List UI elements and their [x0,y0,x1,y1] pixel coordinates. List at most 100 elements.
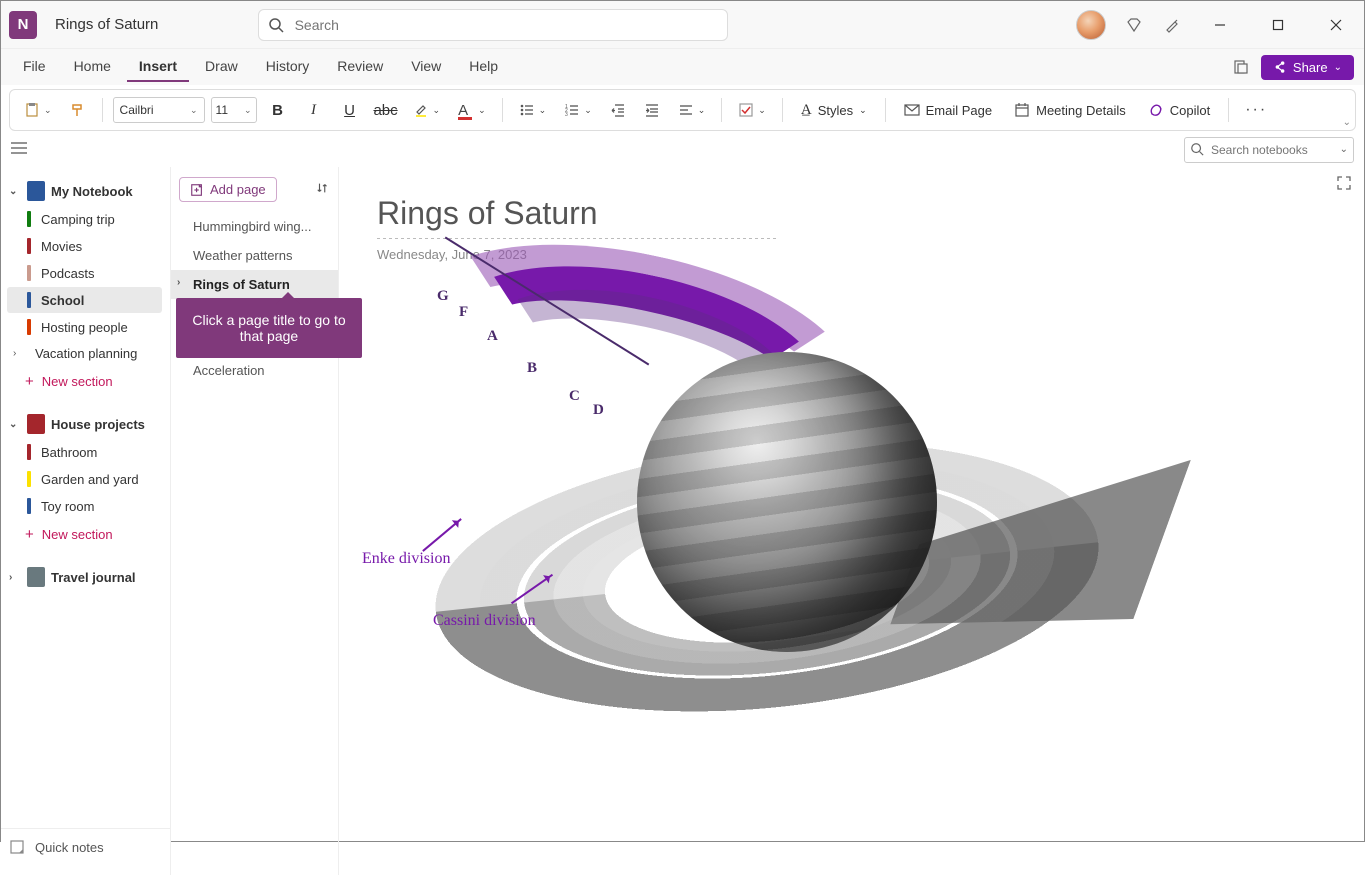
user-avatar[interactable] [1076,10,1106,40]
app-icon: N [9,11,37,39]
annotation-cassini: Cassini division [433,612,536,630]
diamond-icon[interactable] [1124,15,1144,35]
menu-file[interactable]: File [11,52,58,82]
plus-icon: + [25,526,34,543]
copilot-button[interactable]: Copilot [1140,102,1218,118]
section-item[interactable]: Hosting people [7,314,162,340]
tag-button[interactable]: ⌄ [732,95,772,125]
menu-bar: File Home Insert Draw History Review Vie… [1,49,1364,85]
annotation-enke: Enke division [362,550,450,568]
menu-history[interactable]: History [254,52,322,82]
meeting-details-button[interactable]: Meeting Details [1006,102,1134,118]
format-painter-button[interactable] [64,95,92,125]
brush-icon[interactable] [1162,15,1182,35]
quick-notes-button[interactable]: Quick notes [1,828,170,865]
menu-draw[interactable]: Draw [193,52,250,82]
menu-review[interactable]: Review [325,52,395,82]
search-input[interactable] [258,9,728,41]
ring-label-a: A [487,328,498,345]
nav-toggle-icon[interactable] [11,141,27,158]
notebook-icon [27,567,45,587]
underline-button[interactable]: U [335,95,365,125]
tutorial-tooltip: Click a page title to go to that page [176,298,362,358]
window-title: Rings of Saturn [55,16,158,33]
notebook-header[interactable]: ⌄ My Notebook [3,177,166,205]
search-notebooks-input[interactable] [1184,137,1354,163]
menu-home[interactable]: Home [62,52,123,82]
section-item[interactable]: Bathroom [7,439,162,465]
chevron-down-icon[interactable]: ⌄ [1340,144,1348,155]
ring-label-b: B [527,360,537,377]
menu-help[interactable]: Help [457,52,510,82]
menu-view[interactable]: View [399,52,453,82]
ring-label-g: G [437,288,449,305]
outdent-button[interactable] [604,95,632,125]
sort-icon[interactable] [316,181,330,198]
font-size-select[interactable]: 11⌄ [211,97,257,123]
alignment-button[interactable]: ⌄ [672,95,712,125]
ring-label-d: D [593,402,604,419]
sub-toolbar: ⌄ [1,135,1364,167]
notebook-name: My Notebook [51,184,133,199]
page-item-selected[interactable]: ›Rings of Saturn [171,270,338,299]
strikethrough-button[interactable]: abc [371,95,401,125]
section-item[interactable]: Toy room [7,493,162,519]
section-item[interactable]: Garden and yard [7,466,162,492]
ring-label-f: F [459,304,468,321]
chevron-right-icon: › [13,348,25,359]
chevron-down-icon: ⌄ [9,419,21,430]
svg-text:3: 3 [565,112,568,118]
chevron-down-icon: ⌄ [1334,62,1342,73]
search-icon [1190,142,1204,159]
notebook-header[interactable]: ⌄ House projects [3,410,166,438]
notebook-header[interactable]: › Travel journal [3,563,166,591]
notebook-name: Travel journal [51,570,136,585]
minimize-button[interactable] [1200,10,1240,40]
highlight-button[interactable]: ⌄ [407,95,447,125]
search-wrap [258,9,728,41]
ribbon-expand-icon[interactable]: ⌄ [1343,117,1351,128]
title-underline [377,238,777,239]
styles-button[interactable]: A̲Styles⌄ [793,102,875,119]
italic-button[interactable]: I [299,95,329,125]
chevron-down-icon: ⌄ [9,186,21,197]
share-label: Share [1293,60,1328,75]
fullscreen-icon[interactable] [1336,175,1352,194]
bold-button[interactable]: B [263,95,293,125]
new-section-button[interactable]: +New section [3,367,166,396]
open-in-app-icon[interactable] [1231,57,1251,77]
pages-panel: Add page Hummingbird wing... Weather pat… [171,167,339,875]
more-button[interactable]: ··· [1239,95,1273,125]
section-item[interactable]: Camping trip [7,206,162,232]
bullets-button[interactable]: ⌄ [513,95,553,125]
section-item[interactable]: Podcasts [7,260,162,286]
paste-button[interactable]: ⌄ [18,95,58,125]
section-item-selected[interactable]: School [7,287,162,313]
ring-label-c: C [569,388,580,405]
close-button[interactable] [1316,10,1356,40]
page-title[interactable]: Rings of Saturn [377,195,1326,232]
add-page-button[interactable]: Add page [179,177,277,202]
email-page-button[interactable]: Email Page [896,102,1000,118]
font-color-button[interactable]: A⌄ [452,95,492,125]
chevron-right-icon: › [9,572,21,583]
page-content: Rings of Saturn Wednesday, June 7, 2023 … [339,167,1364,875]
maximize-button[interactable] [1258,10,1298,40]
ribbon: ⌄ Cailbri⌄ 11⌄ B I U abc ⌄ A⌄ ⌄ 123⌄ ⌄ ⌄… [9,89,1356,131]
page-item[interactable]: Hummingbird wing... [171,212,338,241]
font-name-select[interactable]: Cailbri⌄ [113,97,205,123]
notebook-name: House projects [51,417,145,432]
new-section-button[interactable]: +New section [3,520,166,549]
page-item[interactable]: Weather patterns [171,241,338,270]
menu-insert[interactable]: Insert [127,52,189,82]
indent-button[interactable] [638,95,666,125]
section-item[interactable]: ›Vacation planning [7,341,162,366]
share-button[interactable]: Share ⌄ [1261,55,1354,80]
section-item[interactable]: Movies [7,233,162,259]
notebook-sidebar: ⌄ My Notebook Camping trip Movies Podcas… [1,167,171,875]
title-bar: N Rings of Saturn [1,1,1364,49]
numbering-button[interactable]: 123⌄ [558,95,598,125]
page-item[interactable]: Acceleration [171,356,338,385]
chevron-right-icon: › [177,277,180,288]
search-icon [268,17,284,36]
